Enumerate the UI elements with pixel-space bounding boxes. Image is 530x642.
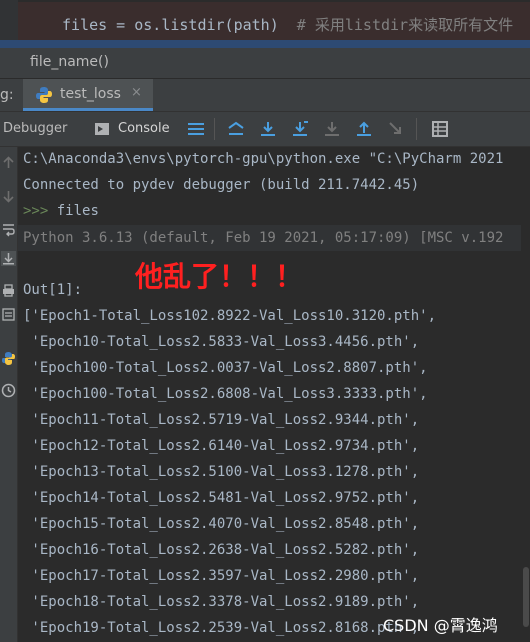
prompt-marker: >>> [23,203,49,219]
python-icon [36,87,52,103]
out-label: Out[1]: [23,282,83,298]
output-line: 'Epoch15-Total_Loss2.4070-Val_Loss2.8548… [23,516,420,532]
code-editor[interactable]: files = os.listdir(path) # 采用listdir来读取所… [0,0,530,48]
step-into-my-code-icon[interactable] [322,119,342,139]
scroll-to-end-icon[interactable] [1,251,16,266]
scrollbar-thumb[interactable] [523,567,529,627]
toolbar-separator [416,118,417,140]
console-line: C:\Anaconda3\envs\pytorch-gpu\python.exe… [23,151,504,167]
print-icon[interactable] [1,283,16,298]
output-line: 'Epoch16-Total_Loss2.2638-Val_Loss2.5282… [23,542,420,558]
output-line: ['Epoch1-Total_Loss102.8922-Val_Loss10.3… [23,308,437,324]
output-line: 'Epoch19-Total_Loss2.2539-Val_Loss2.8168… [23,620,420,636]
tab-console[interactable]: Console [85,112,175,146]
console-output[interactable]: C:\Anaconda3\envs\pytorch-gpu\python.exe… [18,147,530,642]
output-line: 'Epoch11-Total_Loss2.5719-Val_Loss2.9344… [23,412,420,428]
arrow-down-icon[interactable] [1,189,16,204]
debugger-toolbar: Debugger Console [0,112,530,147]
close-icon[interactable]: × [131,85,142,100]
show-execution-point-icon[interactable] [226,119,246,139]
output-line: 'Epoch17-Total_Loss2.3597-Val_Loss2.2980… [23,568,420,584]
console-side-toolbar [0,147,18,642]
console-icon [95,123,109,135]
menu-icon[interactable] [186,119,206,139]
tab-label: test_loss [60,86,121,102]
console-prompt-line: >>> files [23,203,99,219]
soft-wrap-icon[interactable] [1,222,16,237]
output-line: 'Epoch10-Total_Loss2.5833-Val_Loss3.4456… [23,334,420,350]
python-version-info: Python 3.6.13 (default, Feb 19 2021, 05:… [23,230,504,246]
debug-tool-label: g: [0,87,14,103]
output-line: 'Epoch13-Total_Loss2.5100-Val_Loss3.1278… [23,464,420,480]
red-annotation: 他乱了！！！ [135,260,304,293]
editor-current-line[interactable]: files = os.listdir(path) # 采用listdir来读取所… [18,2,530,40]
console-scrollbar[interactable] [521,147,530,642]
frames-table-icon[interactable] [430,119,450,139]
step-into-icon[interactable] [290,119,310,139]
show-variables-icon[interactable] [1,307,16,322]
python-console-icon[interactable] [1,351,16,366]
watermark: CSDN @霄逸鸿 [383,616,498,635]
output-line: 'Epoch14-Total_Loss2.5481-Val_Loss2.9752… [23,490,420,506]
output-line: 'Epoch18-Total_Loss2.3378-Val_Loss2.9189… [23,594,420,610]
arrow-up-icon[interactable] [1,155,16,170]
run-to-cursor-icon[interactable] [386,119,406,139]
output-line: 'Epoch12-Total_Loss2.6140-Val_Loss2.9734… [23,438,420,454]
output-line: 'Epoch100-Total_Loss2.6808-Val_Loss3.333… [23,386,428,402]
tab-console-label: Console [118,121,170,136]
step-over-icon[interactable] [258,119,278,139]
toolbar-separator [214,118,215,140]
tab-debugger[interactable]: Debugger [3,121,67,136]
editor-selected-line[interactable] [0,40,530,48]
tab-test-loss[interactable]: test_loss × [23,79,153,111]
output-line: 'Epoch100-Total_Loss2.0037-Val_Loss2.880… [23,360,428,376]
breadcrumb: file_name() [0,48,530,79]
breadcrumb-function[interactable]: file_name() [30,54,109,70]
prompt-command: files [48,203,99,219]
step-out-icon[interactable] [354,119,374,139]
debug-tab-bar: g: test_loss × [0,79,530,112]
console-line: Connected to pydev debugger (build 211.7… [23,177,420,193]
history-clock-icon[interactable] [1,383,16,398]
code-comment: # 采用listdir来读取所有文件 [278,16,514,34]
code-text: files = os.listdir(path) [62,16,279,34]
